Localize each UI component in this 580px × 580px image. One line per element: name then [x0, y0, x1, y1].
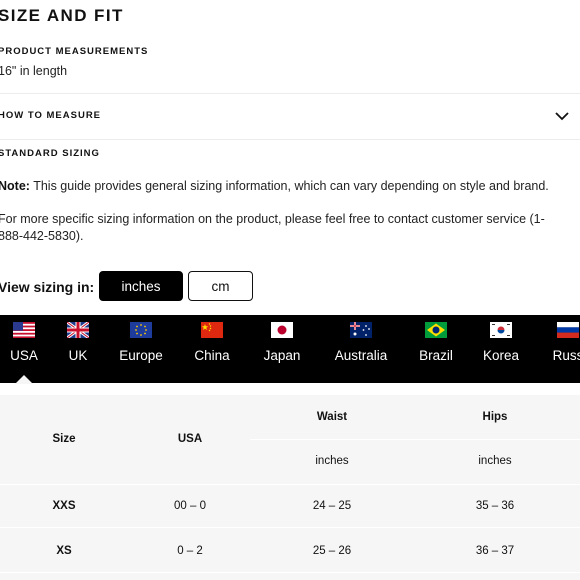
header-hips: Hips	[482, 411, 508, 423]
chevron-down-icon[interactable]	[554, 108, 570, 124]
unit-cm-button[interactable]: cm	[188, 271, 253, 301]
uk-flag-icon	[67, 322, 89, 338]
brazil-flag-icon	[425, 322, 447, 338]
tab-label: China	[194, 348, 230, 363]
unit-inches-button[interactable]: inches	[99, 271, 183, 301]
tab-australia[interactable]: Australia	[330, 315, 392, 383]
tab-label: Russ	[552, 348, 580, 363]
product-measurement-value: 16" in length	[0, 64, 68, 78]
row-waist: 25 – 26	[312, 545, 352, 557]
customer-service-info: For more specific sizing information on …	[0, 212, 545, 243]
korea-flag-icon	[490, 322, 512, 338]
view-sizing-label: View sizing in:	[0, 279, 95, 295]
tab-label: USA	[10, 348, 38, 363]
eu-flag-icon	[130, 322, 152, 338]
us-flag-icon	[13, 322, 35, 338]
tab-label: Europe	[119, 348, 163, 363]
size-table: Size USA Waist Hips inches inches XXS 00…	[0, 395, 580, 580]
tab-label: Japan	[263, 348, 301, 363]
tab-europe[interactable]: Europe	[116, 315, 166, 383]
china-flag-icon	[201, 322, 223, 338]
japan-flag-icon	[271, 322, 293, 338]
row-separator	[250, 439, 580, 440]
row-region-size: 0 – 2	[177, 545, 203, 557]
row-region-size: 00 – 0	[174, 500, 206, 512]
tab-label: UK	[68, 348, 88, 363]
row-separator	[0, 572, 580, 573]
tab-uk[interactable]: UK	[64, 315, 92, 383]
row-size: XS	[56, 545, 72, 557]
section-title: SIZE AND FIT	[0, 6, 124, 25]
waist-unit: inches	[315, 455, 349, 467]
standard-sizing-heading: STANDARD SIZING	[0, 148, 100, 159]
tab-korea[interactable]: Korea	[481, 315, 521, 383]
tab-usa[interactable]: USA	[8, 315, 40, 383]
row-hips: 36 – 37	[475, 545, 515, 557]
header-region: USA	[177, 433, 203, 445]
row-separator	[0, 484, 580, 485]
header-waist: Waist	[316, 411, 348, 423]
row-waist: 24 – 25	[312, 500, 352, 512]
tab-russia[interactable]: Russ	[548, 315, 580, 383]
header-size: Size	[52, 433, 76, 445]
how-to-measure-accordion[interactable]: HOW TO MEASURE	[0, 96, 580, 138]
row-size: XXS	[52, 500, 76, 512]
country-tabs: USA UK Europe China Japan Australia Braz…	[0, 315, 580, 383]
hips-unit: inches	[478, 455, 512, 467]
tab-label: Australia	[334, 348, 388, 363]
tab-japan[interactable]: Japan	[259, 315, 305, 383]
australia-flag-icon	[350, 322, 372, 338]
how-to-measure-heading: HOW TO MEASURE	[0, 110, 102, 121]
tab-brazil[interactable]: Brazil	[416, 315, 456, 383]
selected-tab-indicator	[15, 375, 33, 384]
note-text: This guide provides general sizing infor…	[29, 179, 549, 193]
tab-label: Korea	[482, 348, 520, 363]
row-separator	[0, 527, 580, 528]
divider	[0, 139, 580, 140]
row-hips: 35 – 36	[475, 500, 515, 512]
sizing-note: Note: This guide provides general sizing…	[0, 179, 573, 193]
tab-label: Brazil	[419, 348, 453, 363]
divider	[0, 93, 580, 94]
note-label: Note:	[0, 179, 30, 193]
product-measurements-heading: PRODUCT MEASUREMENTS	[0, 46, 149, 57]
tab-china[interactable]: China	[191, 315, 233, 383]
russia-flag-icon	[557, 322, 579, 338]
